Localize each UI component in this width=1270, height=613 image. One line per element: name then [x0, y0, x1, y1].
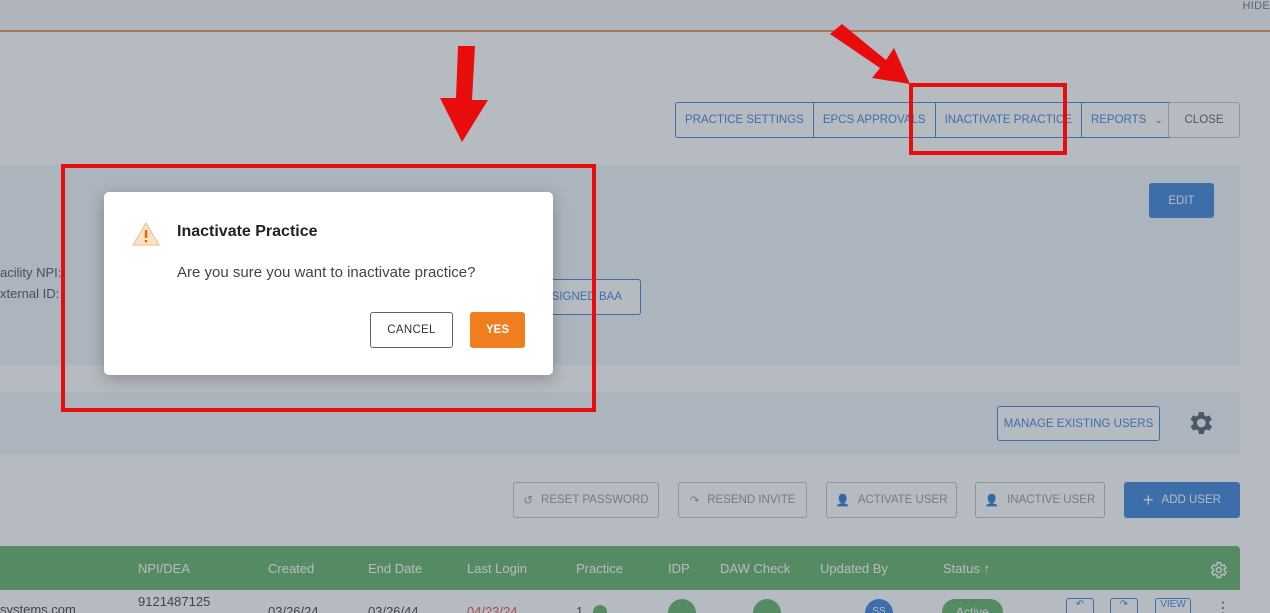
red-arrow-diagonal-icon [830, 24, 910, 84]
annotation-highlight-inactivate-button [909, 83, 1067, 155]
dialog-message: Are you sure you want to inactivate prac… [177, 264, 476, 281]
red-arrow-down-icon [440, 46, 488, 142]
warning-icon [132, 222, 160, 246]
yes-button[interactable]: YES [470, 312, 525, 348]
dialog-title: Inactivate Practice [177, 223, 318, 240]
cancel-button[interactable]: CANCEL [370, 312, 453, 348]
